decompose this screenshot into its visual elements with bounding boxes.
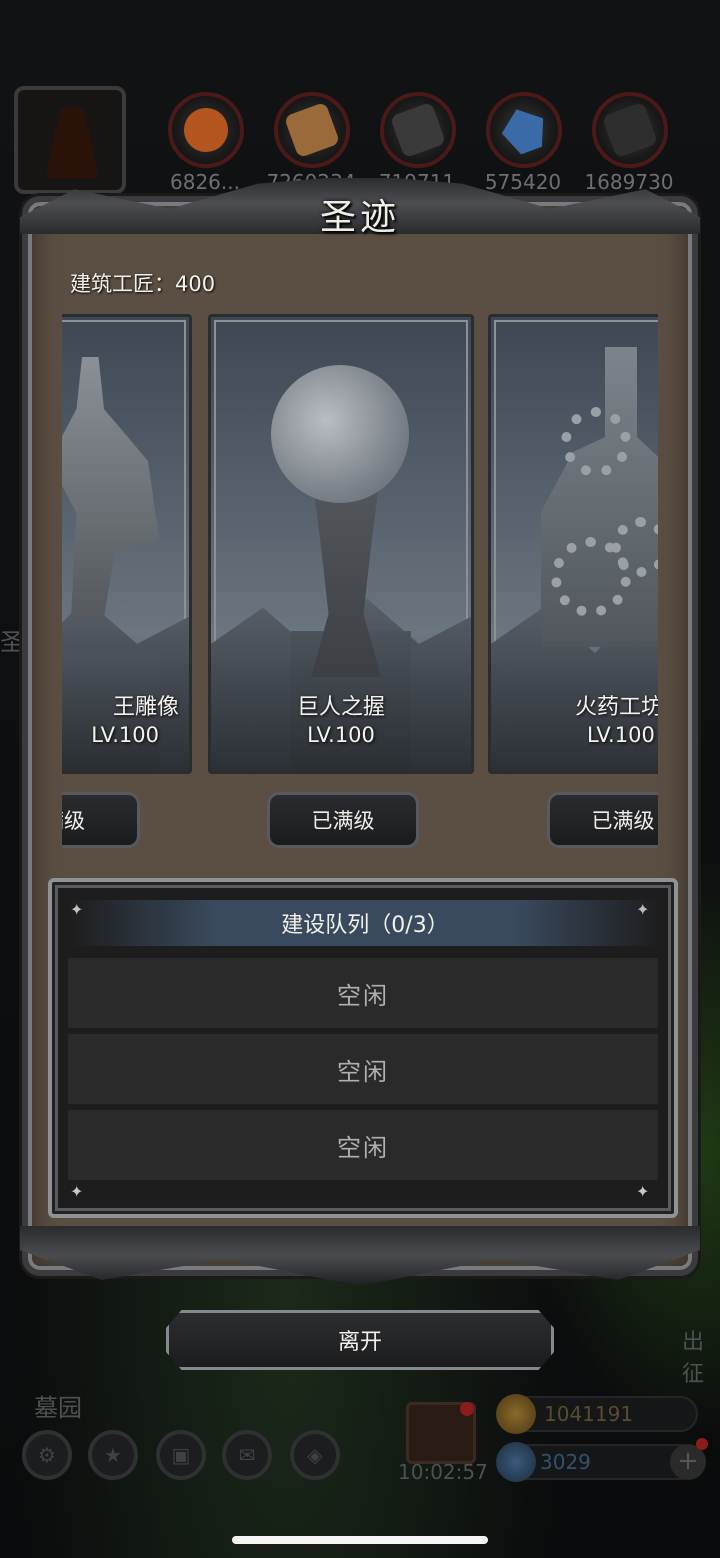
wonder-card[interactable]: 火药工坊 LV.100	[488, 314, 658, 774]
workers-count: 建筑工匠：400	[70, 272, 216, 296]
card-name: 火药工坊	[575, 695, 658, 720]
wonder-card[interactable]: 王雕像 LV.100	[62, 314, 192, 774]
queue-slot[interactable]: 空闲	[68, 1034, 658, 1104]
chest-icon[interactable]: ▣	[156, 1430, 206, 1480]
card-art-gear	[561, 407, 631, 477]
avatar-silhouette	[46, 108, 98, 178]
gem-amount: 3029	[540, 1450, 591, 1474]
map-icon[interactable]: ◈	[290, 1430, 340, 1480]
card-name: 巨人之握	[296, 695, 385, 720]
card-level: LV.100	[587, 723, 655, 747]
max-level-button[interactable]: 已满级	[547, 792, 658, 848]
wonder-card[interactable]: 巨人之握 LV.100	[208, 314, 474, 774]
wonder-carousel[interactable]: 王雕像 LV.100 满级 巨人之握 LV.100 已满级 火药工坊 LV.10…	[62, 312, 658, 860]
max-level-button[interactable]: 满级	[62, 792, 140, 848]
home-indicator[interactable]	[232, 1536, 488, 1544]
resource-wood-icon[interactable]	[274, 92, 350, 168]
corner-star-icon: ✦	[70, 1182, 84, 1201]
resource-food-icon[interactable]	[168, 92, 244, 168]
card-level: LV.100	[91, 723, 159, 747]
gift-timer: 10:02:57	[398, 1460, 488, 1484]
star-icon[interactable]: ★	[88, 1430, 138, 1480]
card-level: LV.100	[307, 723, 375, 747]
location-label: 墓园	[34, 1394, 82, 1422]
corner-star-icon: ✦	[636, 1182, 650, 1201]
resource-stone-icon[interactable]	[380, 92, 456, 168]
card-name: 王雕像	[112, 695, 179, 720]
card-art-moon	[271, 365, 409, 503]
max-level-button[interactable]: 已满级	[267, 792, 419, 848]
resource-iron-icon[interactable]	[592, 92, 668, 168]
gem-icon	[496, 1442, 536, 1482]
resource-crystal-icon[interactable]	[486, 92, 562, 168]
resource-value: 1689730	[584, 170, 674, 194]
player-avatar[interactable]	[14, 86, 126, 194]
mail-icon[interactable]: ✉	[222, 1430, 272, 1480]
leave-button[interactable]: 离开	[166, 1310, 554, 1370]
card-art-horse-statue	[62, 357, 159, 617]
queue-slot[interactable]: 空闲	[68, 958, 658, 1028]
gold-amount: 1041191	[544, 1402, 634, 1426]
build-queue-title: 建设队列（0/3）	[70, 900, 660, 946]
notification-dot	[460, 1402, 474, 1416]
gold-coin-icon	[496, 1394, 536, 1434]
panel-title: 圣迹	[319, 197, 400, 238]
settings-gear-icon[interactable]: ⚙	[22, 1430, 72, 1480]
march-label[interactable]: 出征	[682, 1324, 720, 1388]
queue-slot[interactable]: 空闲	[68, 1110, 658, 1180]
notification-dot	[696, 1438, 708, 1450]
